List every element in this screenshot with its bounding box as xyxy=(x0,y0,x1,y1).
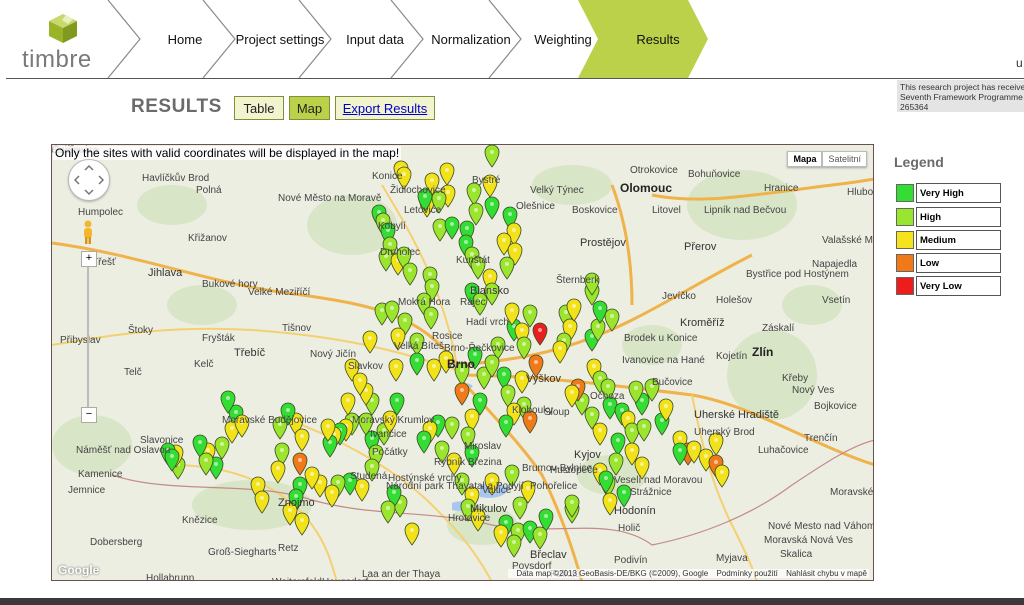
zoom-in-button[interactable]: + xyxy=(81,251,97,267)
legend-swatch xyxy=(896,231,914,249)
legend-swatch xyxy=(896,184,914,202)
funding-note-line: 265364 xyxy=(900,102,929,112)
legend-swatch xyxy=(896,277,914,295)
legend-label: Very High xyxy=(916,183,1001,203)
workflow-nav: Home Project settings Input data Normali… xyxy=(0,0,1024,80)
nav-home[interactable]: Home xyxy=(140,0,230,78)
export-results-link[interactable]: Export Results xyxy=(335,96,435,120)
legend-item-medium: Medium xyxy=(896,230,1001,250)
user-menu[interactable]: u xyxy=(1016,56,1023,70)
legend-item-high: High xyxy=(896,207,1001,227)
legend-item-low: Low xyxy=(896,253,1001,273)
table-view-button[interactable]: Table xyxy=(234,96,284,120)
legend-item-very-low: Very Low xyxy=(896,276,1001,296)
map-view-button[interactable]: Map xyxy=(289,96,330,120)
page-title: RESULTS xyxy=(131,96,222,117)
legend-label: Very Low xyxy=(916,276,1001,296)
nav-normalization[interactable]: Normalization xyxy=(423,0,519,78)
nav-weighting[interactable]: Weighting xyxy=(521,0,605,78)
legend-label: Medium xyxy=(916,230,1001,250)
nav-input-data[interactable]: Input data xyxy=(331,0,419,78)
legend-title: Legend xyxy=(894,154,944,170)
street-view-pegman-icon[interactable] xyxy=(81,219,95,245)
funding-note: This research project has receive Sevent… xyxy=(897,80,1024,112)
map-canvas[interactable] xyxy=(52,145,874,581)
header-divider xyxy=(6,78,1024,79)
map-attribution: Data map ©2013 GeoBasis-DE/BKG (©2009), … xyxy=(508,569,869,578)
zoom-slider[interactable] xyxy=(87,267,89,407)
map-type-control: Mapa Satelitní xyxy=(787,151,867,167)
results-map[interactable]: Brno Olomouc Zlín Prostějov Přerov Kroměříž Ji… xyxy=(51,144,874,581)
pan-arrows-icon xyxy=(73,164,105,196)
map-notice: Only the sites with valid coordinates wi… xyxy=(53,146,402,160)
legend-label: High xyxy=(916,207,1001,227)
pan-control[interactable] xyxy=(68,159,110,201)
map-type-map-button[interactable]: Mapa xyxy=(787,151,823,167)
zoom-out-button[interactable]: − xyxy=(81,407,97,423)
funding-note-line: This research project has receive xyxy=(900,82,1024,92)
legend-swatch xyxy=(896,254,914,272)
nav-results[interactable]: Results xyxy=(604,0,712,78)
legend-swatch xyxy=(896,208,914,226)
report-map-error-link[interactable]: Nahlásit chybu v mapě xyxy=(786,569,867,578)
os-taskbar[interactable] xyxy=(0,598,1024,605)
funding-note-line: Seventh Framework Programme xyxy=(900,92,1023,102)
legend-item-very-high: Very High xyxy=(896,183,1001,203)
map-data-credit: Data map ©2013 GeoBasis-DE/BKG (©2009), … xyxy=(516,569,709,578)
legend-label: Low xyxy=(916,253,1001,273)
google-logo[interactable]: Google xyxy=(58,563,99,577)
map-type-satellite-button[interactable]: Satelitní xyxy=(822,151,867,167)
terms-of-use-link[interactable]: Podmínky použití xyxy=(716,569,777,578)
nav-project-settings[interactable]: Project settings xyxy=(235,0,325,78)
